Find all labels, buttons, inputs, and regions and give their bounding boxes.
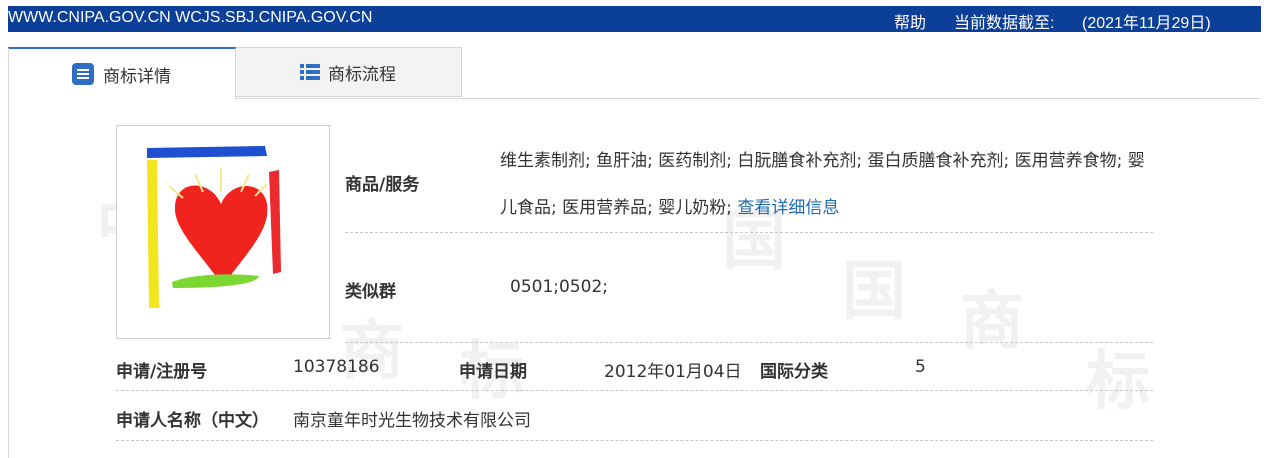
goods-services-line-2: 儿食品; 医用营养品; 婴儿奶粉; 查看详细信息	[500, 193, 839, 218]
data-date-label: 当前数据截至:	[954, 15, 1055, 32]
trademark-image	[116, 125, 330, 339]
international-class-value: 5	[915, 357, 926, 377]
tab-bar: 商标详情 商标流程	[8, 47, 1261, 99]
data-date-value: (2021年11月29日)	[1082, 15, 1211, 32]
divider	[116, 440, 1153, 441]
help-link[interactable]: 帮助	[894, 9, 926, 33]
tab-trademark-process[interactable]: 商标流程	[235, 47, 462, 97]
goods-services-label: 商品/服务	[345, 175, 420, 195]
document-list-icon	[71, 62, 95, 86]
registration-number-label: 申请/注册号	[116, 362, 208, 382]
divider	[116, 390, 1153, 391]
goods-services-line-1: 维生素制剂; 鱼肝油; 医药制剂; 白朊膳食补充剂; 蛋白质膳食补充剂; 医用营…	[500, 151, 1145, 171]
watermark-char: 标	[1086, 345, 1150, 419]
application-date-value: 2012年01月04日	[604, 362, 742, 382]
tab-label: 商标流程	[328, 64, 396, 85]
applicant-name-label: 申请人名称（中文）	[116, 411, 269, 431]
view-details-link[interactable]: 查看详细信息	[737, 198, 839, 218]
site-domains: WWW.CNIPA.GOV.CN WCJS.SBJ.CNIPA.GOV.CN	[8, 9, 373, 26]
tab-trademark-details[interactable]: 商标详情	[8, 47, 236, 99]
similar-group-value: 0501;0502;	[510, 277, 608, 297]
tab-label: 商标详情	[103, 66, 171, 87]
applicant-name-value: 南京童年时光生物技术有限公司	[293, 411, 531, 431]
watermark-char: 国	[842, 255, 906, 329]
goods-services-text: 儿食品; 医用营养品; 婴儿奶粉;	[500, 198, 738, 218]
application-date-label: 申请日期	[459, 362, 527, 382]
watermark-char: 商	[340, 315, 404, 389]
top-bar: WWW.CNIPA.GOV.CN WCJS.SBJ.CNIPA.GOV.CN 帮…	[8, 6, 1261, 32]
international-class-label: 国际分类	[760, 362, 828, 382]
watermark-char: 商	[960, 285, 1024, 359]
divider	[345, 232, 1153, 233]
list-icon	[300, 60, 320, 84]
registration-number-value: 10378186	[293, 357, 380, 377]
similar-group-label: 类似群	[345, 282, 396, 302]
divider	[345, 342, 1153, 343]
